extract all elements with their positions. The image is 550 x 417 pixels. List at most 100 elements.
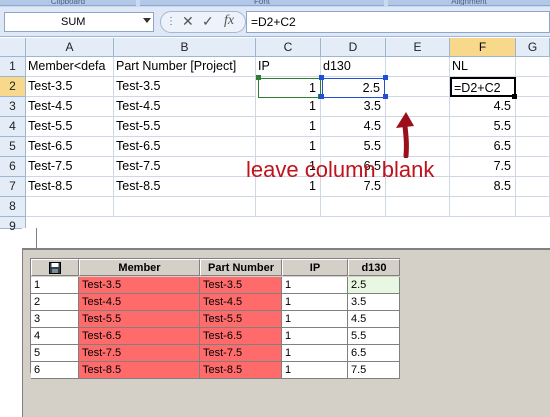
cell-b4[interactable]: Test-5.5 [114, 117, 256, 137]
row-header-2[interactable]: 2 [0, 77, 26, 97]
table-cell-d130[interactable]: 7.5 [348, 362, 400, 379]
table-cell-part[interactable]: Test-5.5 [200, 311, 282, 328]
cell-g7[interactable] [516, 177, 550, 197]
cancel-icon[interactable]: ✕ [182, 13, 194, 29]
selection-handle[interactable] [319, 94, 324, 99]
cell-f4[interactable]: 5.5 [450, 117, 516, 137]
column-header-e[interactable]: E [386, 38, 450, 57]
cell-g6[interactable] [516, 157, 550, 177]
selection-handle[interactable] [383, 75, 388, 80]
row-header-1[interactable]: 1 [0, 57, 26, 77]
cell-d4[interactable]: 4.5 [321, 117, 386, 137]
save-icon[interactable] [49, 262, 61, 274]
table-header-ip[interactable]: IP [282, 259, 348, 276]
cell-d8[interactable] [321, 197, 386, 217]
cell-d1[interactable]: d130 [321, 57, 386, 77]
cell-a7[interactable]: Test-8.5 [26, 177, 114, 197]
column-header-b[interactable]: B [114, 38, 256, 57]
cell-b3[interactable]: Test-4.5 [114, 97, 256, 117]
cell-c1[interactable]: IP [256, 57, 321, 77]
cell-f5[interactable]: 6.5 [450, 137, 516, 157]
cell-f7[interactable]: 8.5 [450, 177, 516, 197]
cell-g2[interactable] [516, 77, 550, 97]
ribbon-group-font[interactable]: Font [140, 0, 384, 6]
row-header-5[interactable]: 5 [0, 137, 26, 157]
table-cell-ip[interactable]: 1 [282, 362, 348, 379]
cell-d2[interactable]: 2.5 [322, 78, 385, 98]
cell-c8[interactable] [256, 197, 321, 217]
function-icon[interactable]: fx [224, 13, 234, 29]
formula-input[interactable]: =D2+C2 [246, 11, 550, 33]
cell-g5[interactable] [516, 137, 550, 157]
table-cell-member[interactable]: Test-3.5 [79, 277, 200, 294]
table-row-index[interactable]: 5 [31, 345, 79, 362]
cell-b5[interactable]: Test-6.5 [114, 137, 256, 157]
cell-b2[interactable]: Test-3.5 [114, 77, 256, 97]
cell-g8[interactable] [516, 197, 550, 217]
cell-a5[interactable]: Test-6.5 [26, 137, 114, 157]
table-cell-d130[interactable]: 6.5 [348, 345, 400, 362]
table-header-part-number[interactable]: Part Number [200, 259, 282, 276]
name-box[interactable]: SUM [4, 12, 154, 32]
cell-b1[interactable]: Part Number [Project] [114, 57, 256, 77]
row-header-6[interactable]: 6 [0, 157, 26, 177]
cell-e1[interactable] [386, 57, 450, 77]
chevron-down-icon[interactable] [143, 18, 151, 23]
row-header-8[interactable]: 8 [0, 197, 26, 217]
cell-f1[interactable]: NL [450, 57, 516, 77]
table-row-index[interactable]: 3 [31, 311, 79, 328]
table-cell-part[interactable]: Test-4.5 [200, 294, 282, 311]
row-header-4[interactable]: 4 [0, 117, 26, 137]
cell-a6[interactable]: Test-7.5 [26, 157, 114, 177]
fill-handle[interactable] [512, 94, 517, 99]
table-cell-d130[interactable]: 5.5 [348, 328, 400, 345]
cell-g4[interactable] [516, 117, 550, 137]
cell-c2[interactable]: 1 [258, 78, 321, 98]
cell-f6[interactable]: 7.5 [450, 157, 516, 177]
table-row-index[interactable]: 4 [31, 328, 79, 345]
cell-a3[interactable]: Test-4.5 [26, 97, 114, 117]
table-cell-member[interactable]: Test-4.5 [79, 294, 200, 311]
cell-d3[interactable]: 3.5 [321, 97, 386, 117]
cell-e8[interactable] [386, 197, 450, 217]
select-all-corner[interactable] [0, 38, 26, 57]
cell-d5[interactable]: 5.5 [321, 137, 386, 157]
column-header-a[interactable]: A [26, 38, 114, 57]
cell-a8[interactable] [26, 197, 114, 217]
column-header-d[interactable]: D [321, 38, 386, 57]
selection-handle[interactable] [383, 94, 388, 99]
ribbon-group-clipboard[interactable]: Clipboard [0, 0, 136, 6]
selection-handle[interactable] [256, 75, 261, 80]
cell-f2[interactable]: =D2+C2 [450, 77, 516, 97]
table-cell-member[interactable]: Test-5.5 [79, 311, 200, 328]
column-header-f[interactable]: F [450, 38, 516, 57]
table-cell-d130[interactable]: 4.5 [348, 311, 400, 328]
row-header-7[interactable]: 7 [0, 177, 26, 197]
row-header-3[interactable]: 3 [0, 97, 26, 117]
cell-c5[interactable]: 1 [256, 137, 321, 157]
table-row-index[interactable]: 1 [31, 277, 79, 294]
table-header-d130[interactable]: d130 [348, 259, 400, 276]
cell-e2[interactable] [386, 77, 450, 97]
cell-f8[interactable] [450, 197, 516, 217]
table-cell-part[interactable]: Test-7.5 [200, 345, 282, 362]
cell-b6[interactable]: Test-7.5 [114, 157, 256, 177]
cell-g1[interactable] [516, 57, 550, 77]
cell-b8[interactable] [114, 197, 256, 217]
cell-f3[interactable]: 4.5 [450, 97, 516, 117]
table-cell-ip[interactable]: 1 [282, 277, 348, 294]
cell-c3[interactable]: 1 [256, 97, 321, 117]
table-cell-member[interactable]: Test-6.5 [79, 328, 200, 345]
table-cell-member[interactable]: Test-7.5 [79, 345, 200, 362]
table-cell-d130[interactable]: 2.5 [348, 277, 400, 294]
table-header-member[interactable]: Member [79, 259, 200, 276]
cell-a1[interactable]: Member<defa [26, 57, 114, 77]
table-cell-ip[interactable]: 1 [282, 311, 348, 328]
table-cell-ip[interactable]: 1 [282, 294, 348, 311]
table-cell-ip[interactable]: 1 [282, 345, 348, 362]
ribbon-group-alignment[interactable]: Alignment [388, 0, 550, 6]
column-header-c[interactable]: C [256, 38, 321, 57]
cell-a2[interactable]: Test-3.5 [26, 77, 114, 97]
cell-b7[interactable]: Test-8.5 [114, 177, 256, 197]
selection-handle[interactable] [319, 75, 324, 80]
